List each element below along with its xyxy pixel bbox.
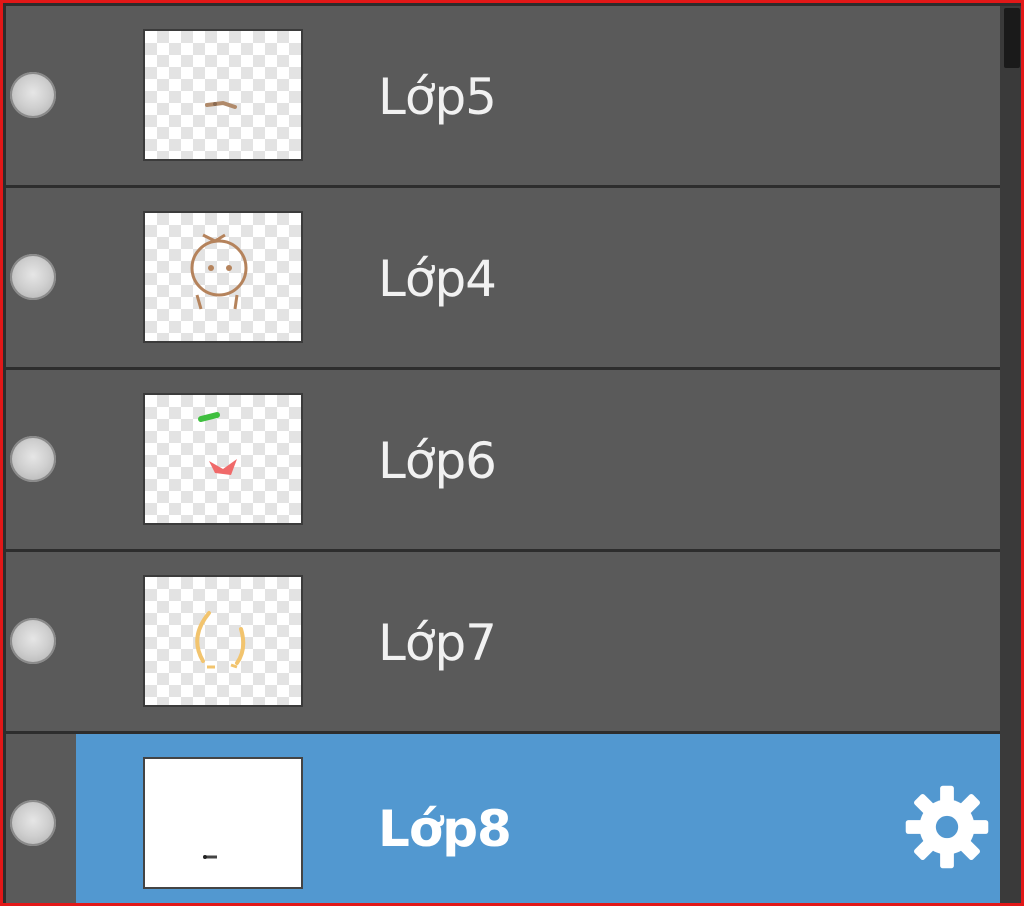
layer-name: Lớp5 xyxy=(378,68,497,126)
layer-thumbnail xyxy=(143,29,303,161)
thumbnail-sketch xyxy=(190,233,248,310)
thumbnail-sketch xyxy=(203,855,217,859)
scrollbar-thumb[interactable] xyxy=(1004,8,1020,68)
screenshot-frame: Lớp5 Lớp4 Lớp6 Lớp7 Lớp8 xyxy=(0,0,1024,906)
layer-thumbnail xyxy=(143,211,303,343)
layer-row-lop4[interactable]: Lớp4 xyxy=(6,188,1000,367)
thumbnail-sketch xyxy=(198,412,237,475)
layer-row-lop7[interactable]: Lớp7 xyxy=(6,552,1000,731)
visibility-toggle-icon[interactable] xyxy=(10,800,56,846)
layer-thumbnail xyxy=(143,393,303,525)
visibility-toggle-icon[interactable] xyxy=(10,436,56,482)
layer-row-lop8[interactable]: Lớp8 xyxy=(6,734,1000,903)
layer-row-lop5[interactable]: Lớp5 xyxy=(6,6,1000,185)
thumbnail-sketch xyxy=(195,611,246,669)
layer-name: Lớp4 xyxy=(378,250,497,308)
visibility-toggle-icon[interactable] xyxy=(10,618,56,664)
layers-scrollbar[interactable] xyxy=(1000,6,1021,903)
gear-icon[interactable] xyxy=(904,784,990,870)
layer-thumbnail xyxy=(143,757,303,889)
gear-icon-graphic xyxy=(905,785,989,869)
thumbnail-sketch xyxy=(205,100,237,109)
layer-name: Lớp8 xyxy=(378,800,512,858)
layer-name: Lớp6 xyxy=(378,432,497,490)
visibility-toggle-icon[interactable] xyxy=(10,254,56,300)
layer-row-lop6[interactable]: Lớp6 xyxy=(6,370,1000,549)
visibility-toggle-icon[interactable] xyxy=(10,72,56,118)
layer-name: Lớp7 xyxy=(378,614,497,672)
layer-thumbnail xyxy=(143,575,303,707)
layers-panel: Lớp5 Lớp4 Lớp6 Lớp7 Lớp8 xyxy=(6,6,1000,903)
